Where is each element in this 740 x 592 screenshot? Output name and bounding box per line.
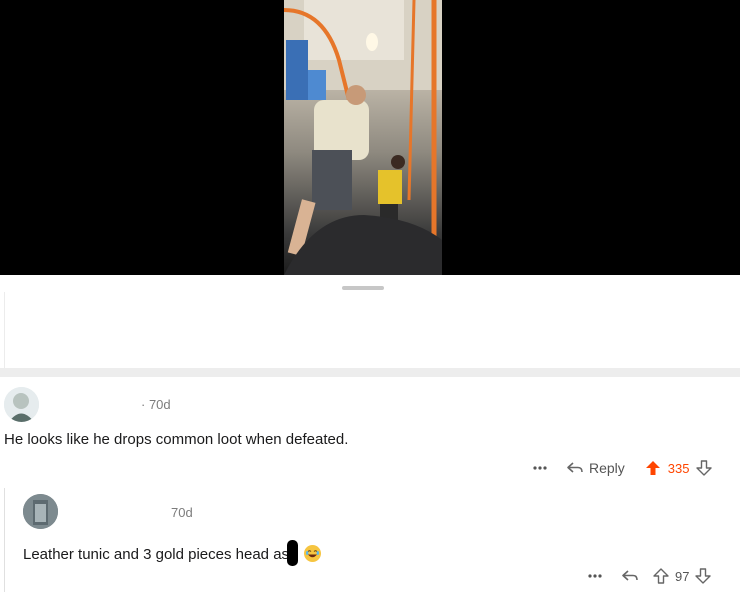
reply-label: Reply xyxy=(589,460,625,476)
reply-score: 97 xyxy=(675,568,690,584)
video-frame[interactable] xyxy=(284,0,442,275)
video-player[interactable] xyxy=(0,0,740,275)
upvote-icon xyxy=(653,568,669,584)
redaction-mark xyxy=(287,540,299,566)
reply-downvote-button[interactable] xyxy=(695,568,712,584)
score: 335 xyxy=(667,460,690,476)
reply-upvote-button[interactable] xyxy=(653,568,669,584)
thread-line xyxy=(4,488,5,592)
section-divider xyxy=(0,368,740,377)
reply-reply-button[interactable] xyxy=(621,569,639,583)
downvote-icon xyxy=(695,460,712,476)
upvote-button[interactable] xyxy=(645,460,661,476)
upvote-icon xyxy=(645,461,660,475)
comment-body: He looks like he drops common loot when … xyxy=(4,431,349,448)
left-rule xyxy=(4,292,5,368)
laughing-emoji xyxy=(304,545,322,562)
reply-more-button[interactable] xyxy=(585,574,605,578)
reply-avatar[interactable] xyxy=(23,494,58,529)
avatar[interactable] xyxy=(4,387,39,422)
avatar-image xyxy=(4,387,39,422)
reply-avatar-image xyxy=(23,494,58,529)
reply-timestamp: 70d xyxy=(171,505,193,520)
more-icon xyxy=(588,574,602,578)
reply-icon xyxy=(567,462,583,473)
comment-timestamp: · 70d xyxy=(141,397,171,412)
reply-body-container: Leather tunic and 3 gold pieces head as xyxy=(23,540,322,566)
more-button[interactable] xyxy=(530,466,550,470)
downvote-button[interactable] xyxy=(695,460,712,476)
reply-actions: 97 xyxy=(585,566,712,586)
reply-body: Leather tunic and 3 gold pieces head as xyxy=(23,546,290,563)
train-scene-image xyxy=(284,0,442,275)
reply-icon xyxy=(622,570,638,581)
comment-actions: Reply 335 xyxy=(530,458,712,478)
sheet-drag-handle[interactable] xyxy=(342,286,384,290)
downvote-icon xyxy=(695,568,712,584)
more-icon xyxy=(533,466,547,470)
reply-button[interactable]: Reply xyxy=(566,460,625,476)
laughing-emoji-icon xyxy=(304,545,321,562)
